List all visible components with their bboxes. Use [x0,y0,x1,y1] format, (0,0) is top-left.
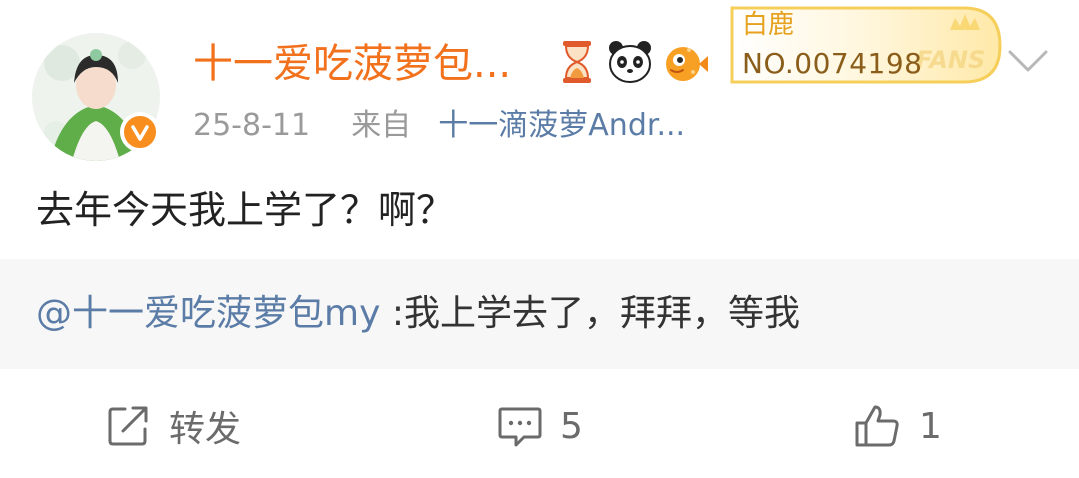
repost-icon [105,403,151,449]
like-button[interactable]: 1 [853,398,942,454]
post-text: 去年今天我上学了？啊？ [36,188,455,232]
fan-badge-title: 白鹿 [742,10,795,40]
verified-v-icon [120,112,160,152]
fans-watermark: FANS [916,46,985,74]
thumbs-up-icon [853,403,901,449]
source-prefix: 来自 [351,108,412,143]
post-timestamp: 25-8-11 [193,108,311,143]
quoted-post-text: @十一爱吃菠萝包my :我上学去了，拜拜，等我 [36,288,800,340]
quoted-mention-link[interactable]: @十一爱吃菠萝包my [36,293,380,334]
repost-label: 转发 [169,409,242,450]
quoted-content: :我上学去了，拜拜，等我 [380,293,800,334]
panda-icon [606,38,654,86]
comment-button[interactable]: 5 [496,398,583,454]
comment-count: 5 [560,405,583,447]
author-name[interactable]: 十一爱吃菠萝包... [193,36,511,92]
chevron-down-icon[interactable] [1006,46,1050,76]
pufferfish-icon [661,38,709,86]
like-count: 1 [919,405,942,447]
repost-button[interactable]: 转发 [105,398,241,454]
comment-icon [496,403,544,449]
hourglass-icon [553,38,601,86]
post-meta: 25-8-11 来自 十一滴菠萝Andr... [193,105,685,147]
post-source-link[interactable]: 十一滴菠萝Andr... [438,108,685,143]
fan-badge-number: NO.0074198 [742,47,923,80]
